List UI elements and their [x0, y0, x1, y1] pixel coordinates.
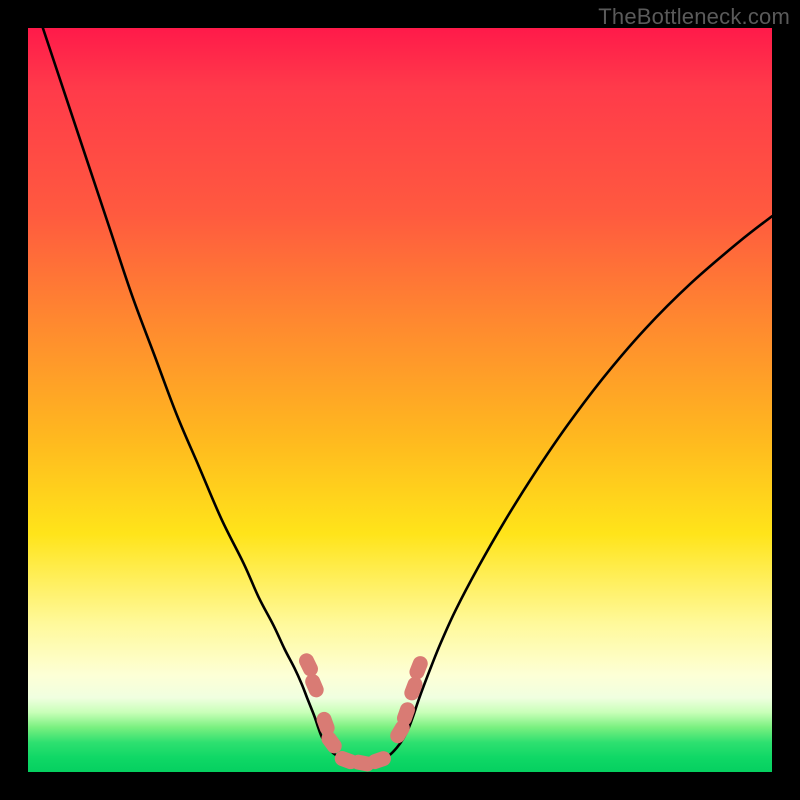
curve-layer [28, 28, 772, 772]
watermark-label: TheBottleneck.com [598, 4, 790, 30]
curve-left-branch [43, 28, 363, 765]
plot-area [28, 28, 772, 772]
marker-points [296, 651, 430, 773]
marker-point [296, 651, 320, 679]
bottleneck-curve [43, 28, 772, 765]
chart-frame: TheBottleneck.com [0, 0, 800, 800]
marker-point [402, 675, 424, 703]
curve-right-branch [363, 216, 772, 764]
